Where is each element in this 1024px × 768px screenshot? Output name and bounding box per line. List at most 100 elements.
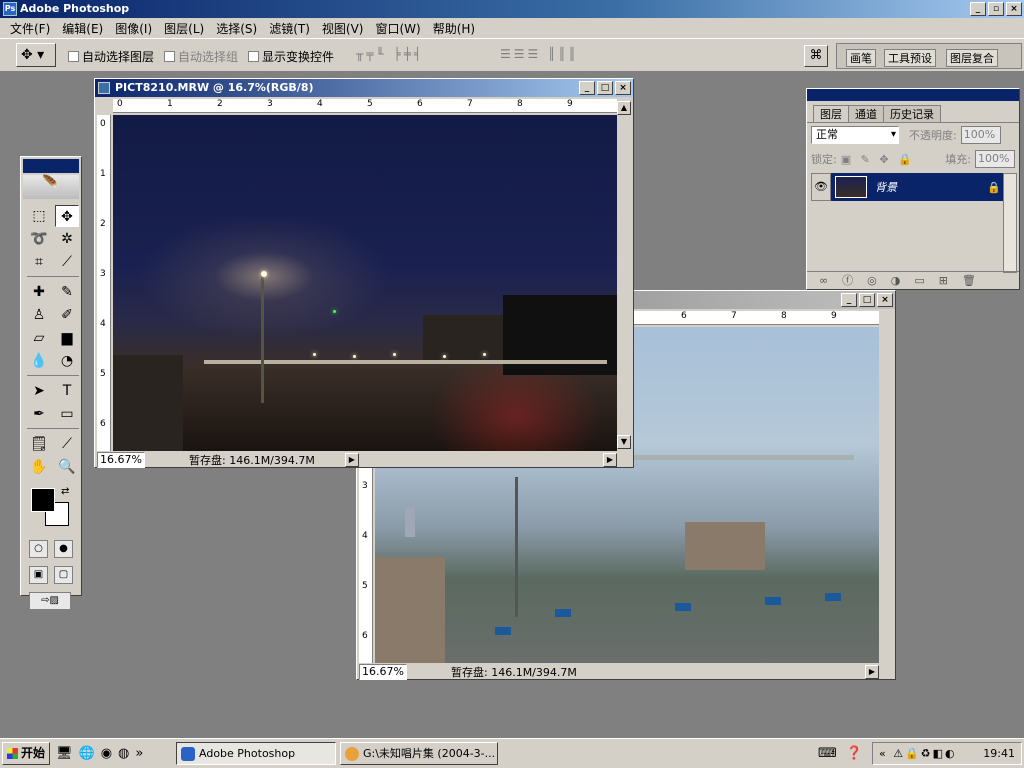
close-button[interactable]: × [1006,2,1022,16]
keyboard-icon[interactable]: ⌨ [818,746,837,761]
eyedropper-tool-icon[interactable]: ⟋ [55,433,79,455]
type-tool-icon[interactable]: T [55,380,79,402]
shape-tool-icon[interactable]: ▭ [55,403,79,425]
crop-tool-icon[interactable]: ⌗ [27,251,51,273]
doc1-scroll-down-icon[interactable]: ▼ [617,435,631,449]
menu-layer[interactable]: 图层(L) [158,20,210,37]
swap-colors-icon[interactable]: ⇄ [61,486,69,497]
lasso-tool-icon[interactable]: ➰ [27,228,51,250]
doc2-maximize-button[interactable]: □ [859,293,875,307]
feather-icon[interactable]: 🪶 [23,175,79,199]
minimize-button[interactable]: _ [970,2,986,16]
photoshop-task-icon [181,747,195,761]
path-selection-tool-icon[interactable]: ➤ [27,380,51,402]
history-brush-tool-icon[interactable]: ✐ [55,304,79,326]
app-icon[interactable]: ◍ [118,746,129,761]
menu-file[interactable]: 文件(F) [4,20,56,37]
document-icon [98,82,110,94]
options-bar: ✥ ▾ 自动选择图层 自动选择组 显示变换控件 ╥╤╙ ╞╪╡ ☰☰☰ ║║║ … [0,38,1024,72]
tray-icons[interactable]: « ⚠🔒♻◧◐ [879,743,957,764]
task-explorer[interactable]: G:\未知唱片集 (2004-3-... [340,742,498,765]
menu-view[interactable]: 视图(V) [316,20,370,37]
file-browser-button[interactable]: ⌘ [804,45,828,67]
tab-layers[interactable]: 图层 [813,105,849,122]
notes-tool-icon[interactable]: 🗒 [27,433,51,455]
blend-mode-select[interactable]: 正常 [811,126,899,144]
toolbox-header[interactable] [23,159,79,173]
tab-layer-comps[interactable]: 图层复合 [946,49,998,67]
menu-help[interactable]: 帮助(H) [427,20,481,37]
healing-brush-tool-icon[interactable]: ✚ [27,281,51,303]
distribute-icons[interactable]: ☰☰☰ ║║║ [500,47,579,61]
doc2-zoom-field[interactable]: 16.67% [359,664,407,680]
doc2-scroll-right-icon[interactable]: ▶ [865,665,879,679]
layer-name: 背景 [875,181,897,194]
menu-window[interactable]: 窗口(W) [369,20,426,37]
blur-tool-icon[interactable]: 💧 [27,350,51,372]
align-icons[interactable]: ╥╤╙ ╞╪╡ [356,47,424,61]
document-1-title-bar[interactable]: PICT8210.MRW @ 16.7%(RGB/8) _ □ × [95,79,633,97]
menu-filter[interactable]: 滤镜(T) [263,20,316,37]
imageready-icon[interactable]: ⇨▨ [29,592,71,610]
doc2-minimize-button[interactable]: _ [841,293,857,307]
document-1-title: PICT8210.MRW @ 16.7%(RGB/8) [115,81,314,94]
dodge-tool-icon[interactable]: ◔ [55,350,79,372]
screen-mode-menu-icon[interactable]: ▢ [54,566,73,584]
foreground-color[interactable] [31,488,55,512]
pen-tool-icon[interactable]: ✒ [27,403,51,425]
clone-stamp-tool-icon[interactable]: ♙ [27,304,51,326]
slice-tool-icon[interactable]: ⟋ [55,251,79,273]
doc1-scroll-right-icon[interactable]: ▶ [603,453,617,467]
desktop-icon[interactable]: 🖥 [56,746,73,761]
visibility-eye-icon[interactable]: 👁 [811,173,831,201]
standard-mode-icon[interactable]: ○ [29,540,48,558]
fill-label: 填充: [945,153,971,166]
tab-history[interactable]: 历史记录 [883,105,941,122]
menu-edit[interactable]: 编辑(E) [56,20,109,37]
restore-button[interactable]: ▫ [988,2,1004,16]
clock: 19:41 [983,747,1015,760]
zoom-tool-icon[interactable]: 🔍 [55,456,79,478]
task-photoshop[interactable]: Adobe Photoshop [176,742,336,765]
move-tool-icon[interactable]: ✥ [55,205,79,227]
lock-icons[interactable]: ▣ ✎ ✥ 🔒 [841,153,915,166]
start-button[interactable]: 开始 [2,742,50,765]
layers-footer-icons[interactable]: ∞ⓕ◎◑▭⊞🗑 [807,271,1019,289]
doc2-close-button[interactable]: × [877,293,893,307]
quick-launch-more-icon[interactable]: » [135,746,143,761]
doc1-scroll-up-icon[interactable]: ▲ [617,101,631,115]
doc1-close-button[interactable]: × [615,81,631,95]
doc1-maximize-button[interactable]: □ [597,81,613,95]
night-city-photo[interactable] [113,115,617,451]
hand-tool-icon[interactable]: ✋ [27,456,51,478]
tool-preset-picker[interactable]: ✥ ▾ [16,43,56,67]
layers-scrollbar[interactable] [1003,173,1017,273]
menu-image[interactable]: 图像(I) [109,20,158,37]
help-icon[interactable]: ❓ [846,746,862,761]
player-icon[interactable]: ◉ [101,746,112,761]
doc1-zoom-field[interactable]: 16.67% [97,452,145,468]
layers-palette: 图层 通道 历史记录 正常 不透明度: 100% 锁定: ▣ ✎ ✥ 🔒 填充:… [806,88,1020,290]
screen-mode-standard-icon[interactable]: ▣ [29,566,48,584]
layer-lock-icon: 🔒 [987,180,1001,194]
doc2-status-bar: 16.67% 暂存盘: 146.1M/394.7M ▶ [359,663,879,681]
brush-tool-icon[interactable]: ✎ [55,281,79,303]
eraser-tool-icon[interactable]: ▱ [27,327,51,349]
quick-mask-icon[interactable]: ● [54,540,73,558]
tab-channels[interactable]: 通道 [848,105,884,122]
menu-select[interactable]: 选择(S) [210,20,263,37]
ie-icon[interactable]: 🌐 [79,746,95,761]
tab-tool-presets[interactable]: 工具预设 [884,49,936,67]
fill-field[interactable]: 100% [975,150,1015,168]
gradient-tool-icon[interactable]: ▆ [55,327,79,349]
magic-wand-tool-icon[interactable]: ✲ [55,228,79,250]
opacity-field[interactable]: 100% [960,126,1001,144]
show-transform-checkbox[interactable]: 显示变换控件 [248,48,334,65]
doc1-status-menu-icon[interactable]: ▶ [344,453,359,467]
doc1-minimize-button[interactable]: _ [579,81,595,95]
layers-palette-header[interactable] [807,89,1019,101]
layer-row-background[interactable]: 👁 背景 🔒 [811,173,1007,201]
tab-brushes[interactable]: 画笔 [846,49,876,67]
auto-select-layer-checkbox[interactable]: 自动选择图层 [68,48,154,65]
marquee-tool-icon[interactable]: ⬚ [27,205,51,227]
